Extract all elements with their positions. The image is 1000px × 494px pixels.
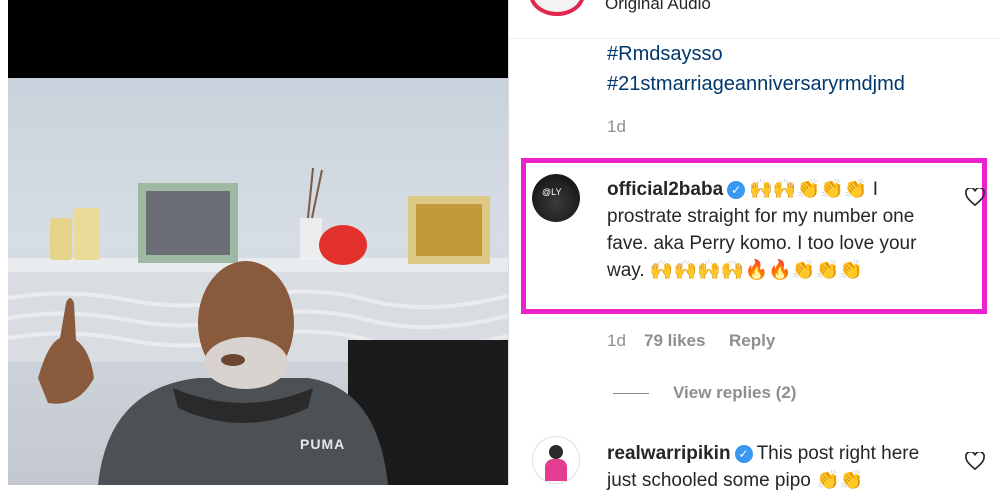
view-replies-button[interactable]: View replies (2) <box>673 383 796 403</box>
verified-badge-icon: ✓ <box>734 444 753 463</box>
like-heart-icon[interactable] <box>965 452 985 470</box>
video-scene <box>8 167 508 485</box>
header-divider <box>509 38 1000 39</box>
like-heart-icon[interactable] <box>965 188 985 206</box>
left-margin <box>0 0 8 485</box>
comment-body: realwarripikin ✓ This post right here just… <box>607 440 947 494</box>
avatar[interactable]: @LY <box>532 174 580 222</box>
comment-body: official2baba ✓ 🙌🙌👏👏👏 I prostrate straight… <box>607 176 947 284</box>
avatar-cap-logo: @LY <box>542 187 562 197</box>
comment-likes[interactable]: 79 likes <box>644 331 705 351</box>
post-video[interactable]: PUMA <box>8 0 508 485</box>
verified-badge-icon: ✓ <box>727 180 746 199</box>
avatar-figure <box>549 445 563 459</box>
hashtag-anniversary[interactable]: #21stmarriageanniversaryrmdjmd <box>607 73 905 96</box>
shirt-logo: PUMA <box>300 436 346 452</box>
audio-avatar[interactable] <box>529 0 585 16</box>
audio-label[interactable]: Original Audio <box>605 0 711 14</box>
avatar-figure-body <box>545 459 567 481</box>
replies-line <box>613 393 649 394</box>
comments-panel: Original Audio #Rmdsaysso #21stmarriagea… <box>509 0 1000 491</box>
hashtag-rmdsaysso[interactable]: #Rmdsaysso <box>607 43 723 66</box>
post-age: 1d <box>607 117 626 136</box>
comment-username[interactable]: realwarripikin <box>607 443 731 464</box>
avatar[interactable] <box>532 436 580 484</box>
video-frame: PUMA <box>8 78 508 485</box>
comment-age: 1d <box>607 331 626 350</box>
comment-username[interactable]: official2baba <box>607 179 723 200</box>
reply-button[interactable]: Reply <box>729 331 775 351</box>
